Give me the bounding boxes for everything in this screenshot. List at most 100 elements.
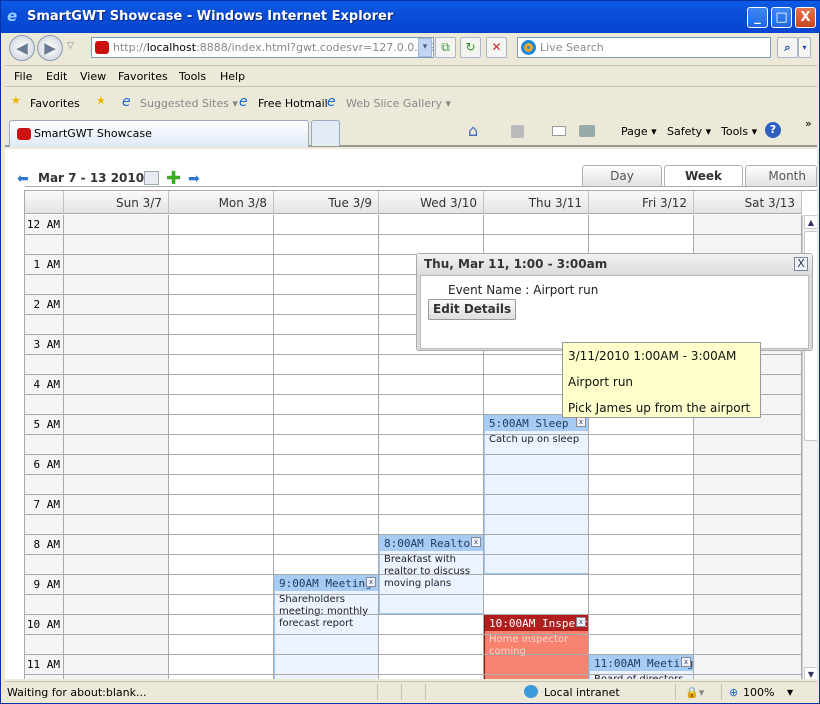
- page-menu[interactable]: Page ▾: [621, 125, 657, 138]
- time-slot[interactable]: [379, 455, 484, 475]
- refresh-button[interactable]: ↻: [460, 37, 481, 58]
- menu-help[interactable]: Help: [220, 70, 245, 83]
- search-button[interactable]: ⌕: [777, 37, 798, 58]
- time-slot[interactable]: [694, 535, 802, 555]
- time-slot[interactable]: [484, 455, 589, 475]
- next-week-icon[interactable]: ➡: [188, 171, 200, 187]
- new-tab-button[interactable]: [311, 120, 340, 146]
- time-slot[interactable]: [694, 595, 802, 615]
- time-slot[interactable]: [379, 435, 484, 455]
- time-slot[interactable]: [379, 395, 484, 415]
- time-slot[interactable]: [379, 515, 484, 535]
- feeds-icon[interactable]: [511, 125, 524, 138]
- stop-button[interactable]: ✕: [486, 37, 507, 58]
- time-slot[interactable]: [379, 495, 484, 515]
- time-slot[interactable]: [169, 515, 274, 535]
- time-slot[interactable]: [694, 215, 802, 235]
- time-slot[interactable]: [274, 495, 379, 515]
- time-slot[interactable]: [274, 575, 379, 595]
- minimize-button[interactable]: _: [747, 7, 768, 28]
- time-slot[interactable]: [484, 635, 589, 655]
- time-slot[interactable]: [64, 655, 169, 675]
- time-slot[interactable]: [484, 675, 589, 679]
- time-slot[interactable]: [274, 275, 379, 295]
- time-slot[interactable]: [64, 255, 169, 275]
- time-slot[interactable]: [274, 615, 379, 635]
- time-slot[interactable]: [484, 495, 589, 515]
- time-slot[interactable]: [379, 475, 484, 495]
- tab-smartgwt-showcase[interactable]: SmartGWT Showcase: [9, 120, 309, 147]
- time-slot[interactable]: [274, 655, 379, 675]
- time-slot[interactable]: [169, 655, 274, 675]
- time-slot[interactable]: [169, 615, 274, 635]
- history-dropdown-icon[interactable]: ▽: [67, 41, 74, 51]
- time-slot[interactable]: [484, 235, 589, 255]
- suggested-sites-link[interactable]: Suggested Sites ▾: [140, 97, 238, 110]
- time-slot[interactable]: [64, 395, 169, 415]
- close-button[interactable]: X: [795, 7, 816, 28]
- time-slot[interactable]: [64, 535, 169, 555]
- time-slot[interactable]: [274, 295, 379, 315]
- time-slot[interactable]: [169, 375, 274, 395]
- time-slot[interactable]: [379, 235, 484, 255]
- time-slot[interactable]: [169, 555, 274, 575]
- time-slot[interactable]: [169, 335, 274, 355]
- time-slot[interactable]: [64, 235, 169, 255]
- search-input[interactable]: Live Search: [517, 37, 771, 58]
- time-slot[interactable]: [589, 535, 694, 555]
- time-slot[interactable]: [169, 535, 274, 555]
- time-slot[interactable]: [274, 235, 379, 255]
- time-slot[interactable]: [64, 275, 169, 295]
- tab-month[interactable]: Month: [745, 165, 817, 186]
- time-slot[interactable]: [379, 215, 484, 235]
- time-slot[interactable]: [169, 315, 274, 335]
- time-slot[interactable]: [64, 675, 169, 679]
- time-slot[interactable]: [484, 595, 589, 615]
- time-slot[interactable]: [379, 535, 484, 555]
- time-slot[interactable]: [274, 415, 379, 435]
- time-slot[interactable]: [274, 515, 379, 535]
- time-slot[interactable]: [64, 415, 169, 435]
- column-header-2[interactable]: Tue 3/9: [274, 191, 379, 214]
- time-slot[interactable]: [274, 375, 379, 395]
- dialog-close-button[interactable]: X: [794, 257, 808, 271]
- time-slot[interactable]: [274, 475, 379, 495]
- menu-tools[interactable]: Tools: [179, 70, 206, 83]
- time-slot[interactable]: [589, 215, 694, 235]
- search-options-button[interactable]: ▾: [798, 37, 811, 58]
- time-slot[interactable]: [64, 315, 169, 335]
- column-header-1[interactable]: Mon 3/8: [169, 191, 274, 214]
- time-slot[interactable]: [169, 575, 274, 595]
- time-slot[interactable]: [64, 555, 169, 575]
- tools-menu[interactable]: Tools ▾: [721, 125, 757, 138]
- time-slot[interactable]: [64, 375, 169, 395]
- time-slot[interactable]: [64, 595, 169, 615]
- time-slot[interactable]: [169, 255, 274, 275]
- time-slot[interactable]: [694, 235, 802, 255]
- time-slot[interactable]: [169, 355, 274, 375]
- scroll-up-icon[interactable]: ▲: [804, 215, 817, 229]
- time-slot[interactable]: [484, 575, 589, 595]
- time-slot[interactable]: [484, 515, 589, 535]
- time-slot[interactable]: [589, 455, 694, 475]
- column-header-4[interactable]: Thu 3/11: [484, 191, 589, 214]
- column-header-6[interactable]: Sat 3/13: [694, 191, 802, 214]
- menu-view[interactable]: View: [80, 70, 106, 83]
- time-slot[interactable]: [64, 455, 169, 475]
- zoom-dropdown-icon[interactable]: ▼: [787, 688, 793, 697]
- time-slot[interactable]: [589, 615, 694, 635]
- forward-button[interactable]: ▶: [37, 35, 63, 61]
- time-slot[interactable]: [274, 315, 379, 335]
- column-header-3[interactable]: Wed 3/10: [379, 191, 484, 214]
- time-slot[interactable]: [64, 215, 169, 235]
- time-slot[interactable]: [64, 355, 169, 375]
- previous-week-icon[interactable]: ⬅: [17, 171, 29, 187]
- time-slot[interactable]: [484, 535, 589, 555]
- time-slot[interactable]: [169, 295, 274, 315]
- time-slot[interactable]: [64, 575, 169, 595]
- favorites-button[interactable]: Favorites: [30, 97, 80, 110]
- time-slot[interactable]: [274, 535, 379, 555]
- menu-file[interactable]: File: [14, 70, 32, 83]
- zoom-icon[interactable]: ⊕: [729, 686, 738, 699]
- time-slot[interactable]: [274, 355, 379, 375]
